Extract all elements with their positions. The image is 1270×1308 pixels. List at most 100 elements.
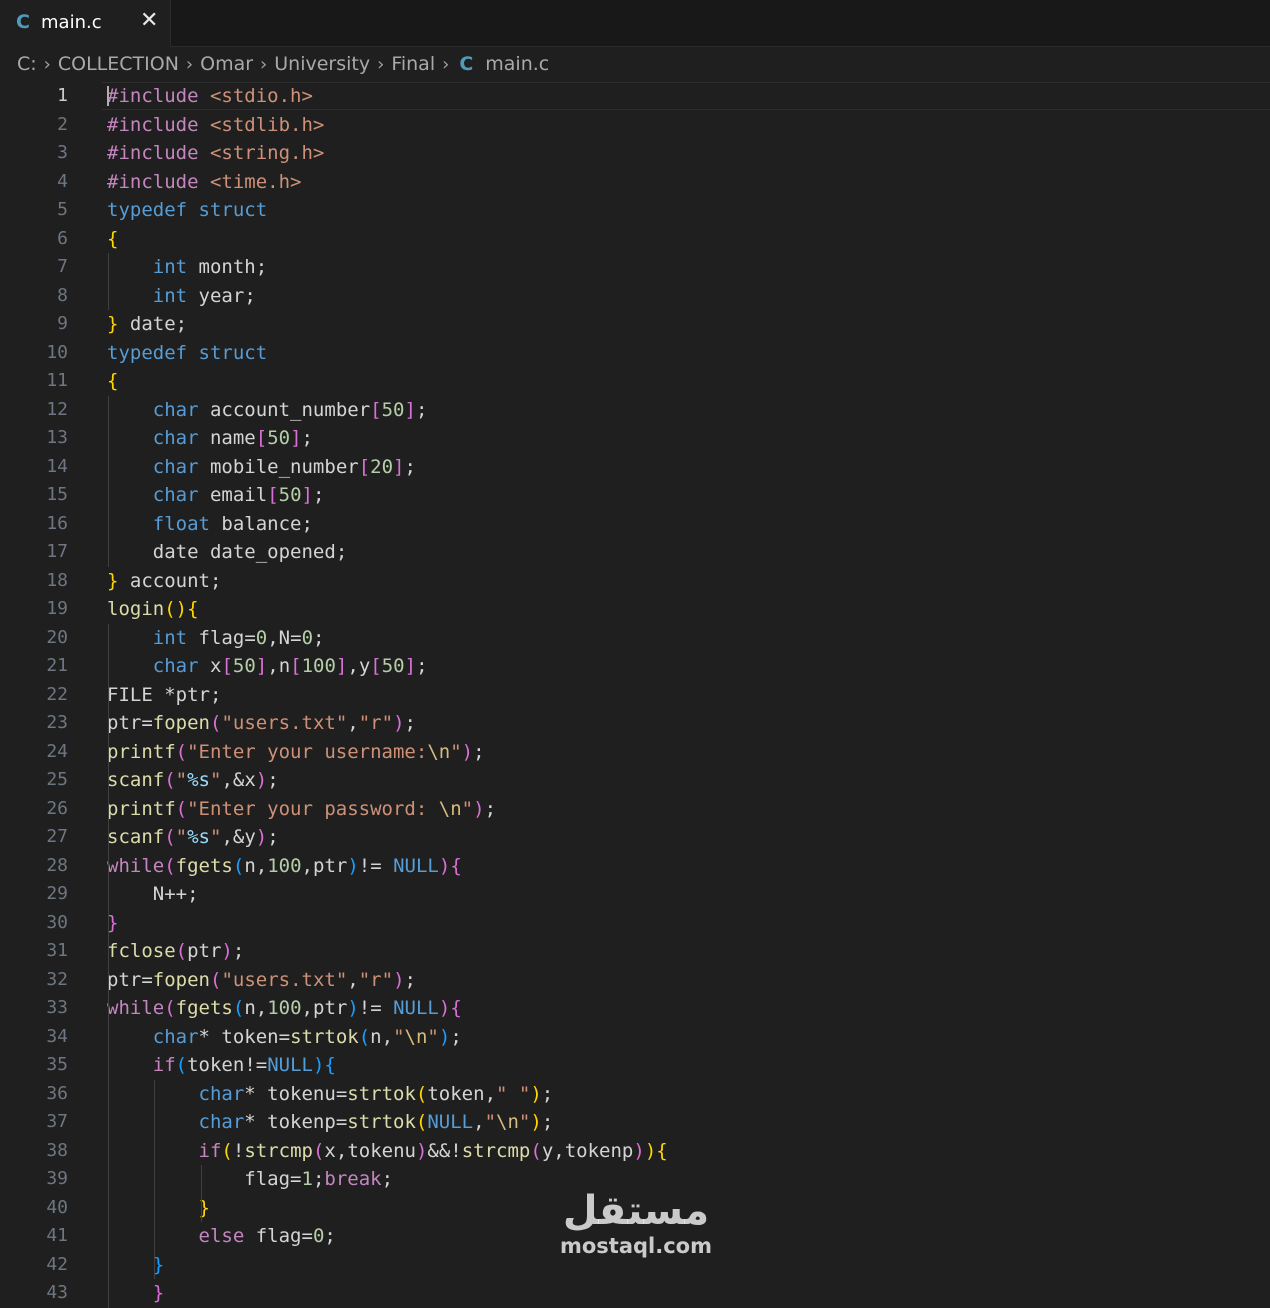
indent-guide <box>154 1079 155 1279</box>
code-line[interactable]: 1 #include <stdio.h> <box>0 82 1270 111</box>
code-text: char account_number[50]; <box>152 398 428 421</box>
line-number: 6 <box>57 227 68 249</box>
code-line[interactable]: 15 char email[50]; <box>0 481 1270 510</box>
code-line[interactable]: 13 char name[50]; <box>0 424 1270 453</box>
line-number: 40 <box>46 1196 68 1218</box>
code-line[interactable]: 33 while(fgets(n,100,ptr)!= NULL){ <box>0 994 1270 1023</box>
code-line[interactable]: 10 typedef struct <box>0 339 1270 368</box>
code-line[interactable]: 31 fclose(ptr); <box>0 937 1270 966</box>
breadcrumb-drive[interactable]: C: <box>17 53 37 75</box>
breadcrumb-final[interactable]: Final <box>391 53 435 75</box>
code-text: } <box>198 1196 210 1219</box>
breadcrumb-collection[interactable]: COLLECTION <box>58 53 179 75</box>
code-line[interactable]: 34 char* token=strtok(n,"\n"); <box>0 1023 1270 1052</box>
code-line[interactable]: 17 date date_opened; <box>0 538 1270 567</box>
close-icon[interactable]: ✕ <box>140 8 158 33</box>
line-number: 32 <box>46 968 68 990</box>
watermark-url: mostaql.com <box>560 1234 712 1258</box>
code-line[interactable]: 43 } <box>0 1279 1270 1308</box>
code-text: } date; <box>107 313 188 335</box>
watermark: مستقل mostaql.com <box>556 1190 716 1262</box>
code-line[interactable]: 5 typedef struct <box>0 196 1270 225</box>
code-line[interactable]: 22 FILE *ptr; <box>0 681 1270 710</box>
code-text: #include <string.h> <box>107 142 325 164</box>
tab-bar: C main.c ✕ <box>0 0 1270 47</box>
code-line[interactable]: 29 N++; <box>0 880 1270 909</box>
code-line[interactable]: 3 #include <string.h> <box>0 139 1270 168</box>
line-number: 26 <box>46 797 68 819</box>
code-line[interactable]: 2 #include <stdlib.h> <box>0 111 1270 140</box>
code-text: flag=1;break; <box>244 1168 394 1190</box>
code-line[interactable]: 8 int year; <box>0 282 1270 311</box>
code-line[interactable]: 36 char* tokenu=strtok(token," "); <box>0 1080 1270 1109</box>
line-number: 15 <box>46 484 68 505</box>
code-text: char name[50]; <box>152 427 313 449</box>
code-text: #include <stdio.h> <box>107 85 313 107</box>
code-text: int flag=0,N=0; <box>152 626 325 649</box>
code-text: char* tokenp=strtok(NULL,"\n"); <box>198 1111 554 1133</box>
code-text: { <box>107 227 119 250</box>
breadcrumb-file[interactable]: main.c <box>485 53 549 75</box>
code-text: int month; <box>152 256 268 278</box>
code-line[interactable]: 9} date; <box>0 310 1270 339</box>
chevron-right-icon: › <box>377 53 385 75</box>
code-line[interactable]: 32 ptr=fopen("users.txt","r"); <box>0 966 1270 995</box>
line-number: 22 <box>46 683 68 705</box>
code-line[interactable]: 38 if(!strcmp(x,tokenu)&&!strcmp(y,token… <box>0 1137 1270 1166</box>
line-number: 24 <box>46 740 68 762</box>
line-number: 14 <box>46 455 68 477</box>
line-number: 39 <box>46 1168 68 1189</box>
code-text: printf("Enter your password: \n"); <box>107 797 497 820</box>
code-line[interactable]: 14 char mobile_number[20]; <box>0 453 1270 482</box>
code-line[interactable]: 4 #include <time.h> <box>0 168 1270 197</box>
chevron-right-icon: › <box>442 53 450 75</box>
indent-guide <box>108 880 109 909</box>
code-line[interactable]: 35 if(token!=NULL){ <box>0 1051 1270 1080</box>
line-number: 38 <box>46 1139 68 1161</box>
line-number: 35 <box>46 1054 68 1075</box>
line-number: 2 <box>57 113 68 135</box>
code-line[interactable]: 30} <box>0 909 1270 938</box>
line-number: 42 <box>46 1253 68 1275</box>
code-line[interactable]: 25 scanf("%s",&x); <box>0 766 1270 795</box>
code-line[interactable]: 24 printf("Enter your username:\n"); <box>0 738 1270 767</box>
code-line[interactable]: 37 char* tokenp=strtok(NULL,"\n"); <box>0 1108 1270 1137</box>
code-text: typedef struct <box>107 341 268 364</box>
line-number: 10 <box>46 341 68 363</box>
watermark-logo: مستقل <box>562 1188 710 1234</box>
code-line[interactable]: 16 float balance; <box>0 510 1270 539</box>
code-line[interactable]: 27 scanf("%s",&y); <box>0 823 1270 852</box>
code-line[interactable]: 21 char x[50],n[100],y[50]; <box>0 652 1270 681</box>
code-line[interactable]: 6{ <box>0 225 1270 254</box>
code-line[interactable]: 23 ptr=fopen("users.txt","r"); <box>0 709 1270 738</box>
code-editor[interactable]: 1 #include <stdio.h> 2 #include <stdlib.h> 3… <box>0 82 1270 1308</box>
code-line[interactable]: 28 while(fgets(n,100,ptr)!= NULL){ <box>0 852 1270 881</box>
code-line[interactable]: 19 login(){ <box>0 595 1270 624</box>
code-text: login(){ <box>107 598 199 620</box>
line-number: 25 <box>46 769 68 790</box>
code-text: #include <time.h> <box>107 170 302 193</box>
code-line[interactable]: 11 { <box>0 367 1270 396</box>
indent-guide <box>108 1022 109 1308</box>
code-line[interactable]: 26 printf("Enter your password: \n"); <box>0 795 1270 824</box>
breadcrumb-university[interactable]: University <box>274 53 370 75</box>
line-number: 4 <box>57 170 68 192</box>
chevron-right-icon: › <box>185 53 194 75</box>
code-text: float balance; <box>152 512 313 535</box>
code-text: ptr=fopen("users.txt","r"); <box>107 712 416 734</box>
code-line[interactable]: 20 int flag=0,N=0; <box>0 624 1270 653</box>
chevron-right-icon: › <box>260 53 268 75</box>
tab-main-c[interactable]: C main.c ✕ <box>0 0 171 47</box>
code-text: FILE *ptr; <box>107 683 222 706</box>
breadcrumb-omar[interactable]: Omar <box>200 53 253 75</box>
line-number: 21 <box>46 655 68 676</box>
line-number: 11 <box>46 370 68 391</box>
c-file-icon: C <box>16 11 30 33</box>
code-text: } <box>152 1253 165 1276</box>
code-text: char email[50]; <box>152 484 325 506</box>
code-text: #include <stdlib.h> <box>107 113 325 136</box>
line-number: 17 <box>46 541 68 562</box>
code-line[interactable]: 12 char account_number[50]; <box>0 396 1270 425</box>
code-line[interactable]: 18} account; <box>0 567 1270 596</box>
code-line[interactable]: 7 int month; <box>0 253 1270 282</box>
